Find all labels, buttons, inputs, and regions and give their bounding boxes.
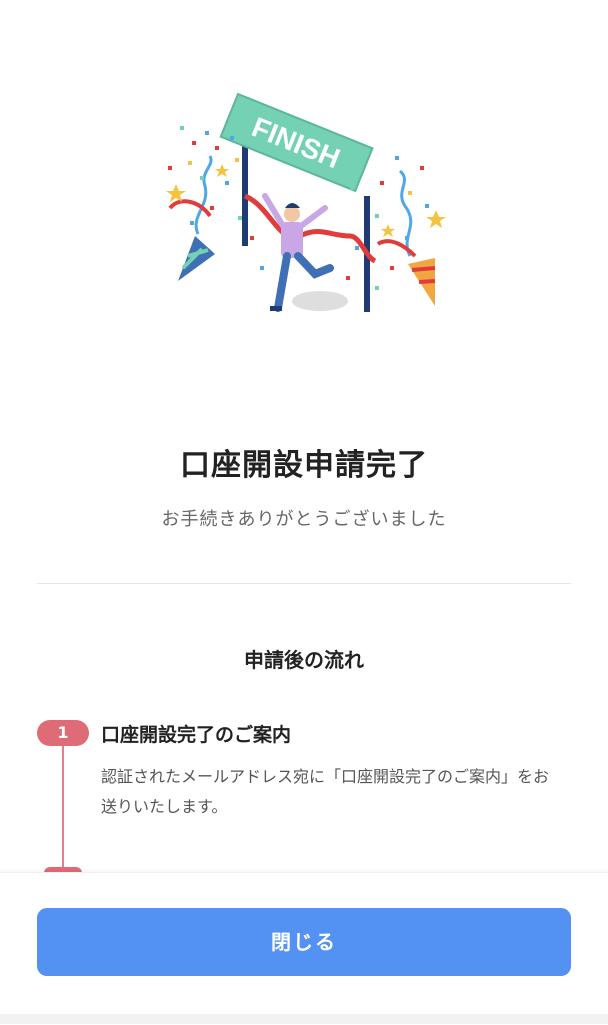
step-description: 認証されたメールアドレス宛に「口座開設完了のご案内」をお送りいたします。 — [101, 767, 550, 816]
right-party-popper-icon — [408, 258, 436, 306]
home-indicator-area — [0, 1014, 608, 1024]
page-title: 口座開設申請完了 — [180, 448, 428, 483]
page-subtitle: お手続きありがとうございました — [161, 509, 447, 530]
left-streamer — [194, 155, 213, 235]
left-party-popper-icon — [178, 236, 215, 281]
star-icon — [426, 210, 446, 228]
star-icon — [215, 164, 229, 177]
divider — [37, 583, 571, 584]
finish-illustration: FINISH — [150, 86, 460, 326]
runner-shadow — [292, 291, 348, 311]
close-button[interactable]: 閉じる — [37, 908, 571, 976]
finish-celebration-graphic: FINISH — [166, 92, 446, 312]
finish-ribbon — [243, 193, 377, 264]
star-icon — [381, 224, 395, 237]
flow-heading: 申請後の流れ — [244, 648, 364, 672]
step-number-badge: 1 — [37, 720, 89, 746]
step-title: 口座開設完了のご案内 — [101, 724, 292, 746]
step-connector-line — [62, 745, 64, 875]
